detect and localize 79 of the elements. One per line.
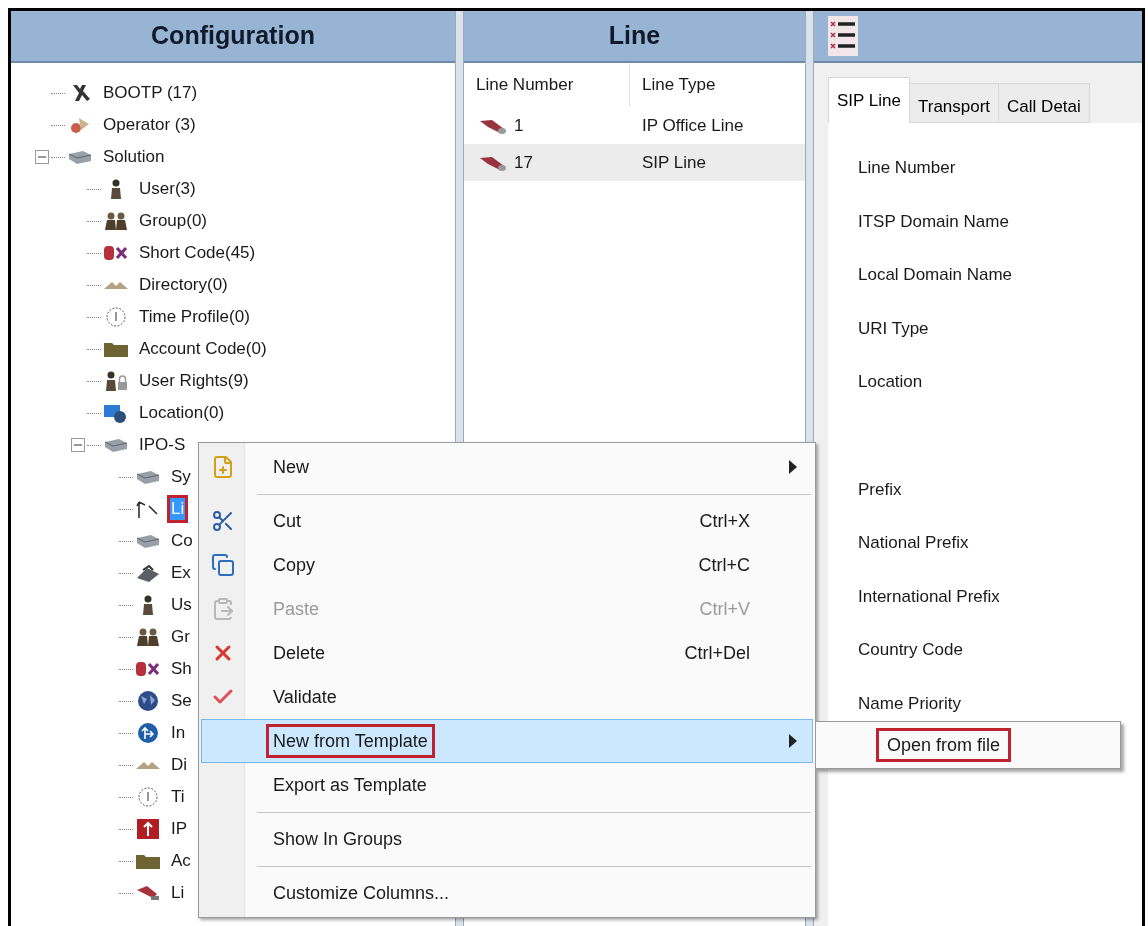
tab[interactable]: Call Detai	[999, 83, 1090, 123]
tree-item[interactable]: Gr	[167, 623, 194, 651]
collapse-icon[interactable]	[35, 150, 49, 164]
column-header[interactable]: Line Number	[464, 63, 630, 107]
copy-icon	[211, 553, 235, 577]
menu-item[interactable]: Customize Columns...	[201, 871, 813, 915]
scissors-icon	[211, 509, 235, 533]
direction-icon	[135, 722, 161, 744]
globe-icon	[135, 690, 161, 712]
paste-icon	[211, 597, 235, 621]
menu-item[interactable]: Show In Groups	[201, 817, 813, 861]
menu-item[interactable]: Validate	[201, 675, 813, 719]
tree-item[interactable]: Li	[167, 879, 189, 907]
menu-item[interactable]: New	[201, 445, 813, 489]
field-label: Country Code	[858, 639, 963, 661]
tree-item[interactable]: Operator (3)	[99, 111, 200, 139]
tab[interactable]: Transport	[909, 83, 1000, 123]
column-header[interactable]: Line Type	[630, 63, 728, 107]
tree-item[interactable]: User Rights(9)	[135, 367, 253, 395]
person-lock-icon	[103, 370, 129, 392]
tree-item[interactable]: Ex	[167, 559, 195, 587]
menu-item[interactable]: Copy Ctrl+C	[201, 543, 813, 587]
field-label: Prefix	[858, 478, 902, 501]
tree-item[interactable]: IP	[167, 815, 192, 843]
field-label: National Prefix	[858, 532, 969, 554]
new-document-icon	[211, 455, 235, 479]
line-type: SIP Line	[641, 151, 706, 174]
tree-item[interactable]: User(3)	[135, 175, 200, 203]
menu-item[interactable]: Cut Ctrl+X	[201, 499, 813, 543]
field-label: URI Type	[858, 317, 929, 340]
tree-item[interactable]: Short Code(45)	[135, 239, 260, 267]
tree-item[interactable]: Us	[167, 591, 196, 619]
tree-item[interactable]: BOOTP (17)	[99, 79, 202, 107]
book-icon	[135, 760, 161, 770]
field-label: Location	[858, 371, 923, 393]
people-icon	[103, 210, 129, 232]
tree-item[interactable]: Solution	[99, 143, 169, 171]
line-number: 17	[514, 151, 533, 174]
line-number: 1	[514, 114, 524, 137]
panel-title: Configuration	[151, 20, 315, 52]
submenu-arrow-icon	[789, 460, 797, 474]
line-row[interactable]: 1 IP Office Line	[464, 107, 805, 144]
tree-item[interactable]: Sy	[167, 463, 195, 491]
tree-item[interactable]: Time Profile(0)	[135, 303, 254, 331]
field-label: International Prefix	[858, 585, 1000, 608]
tab[interactable]: SIP Line	[828, 77, 910, 123]
ip-route-icon	[135, 818, 161, 840]
clock-icon	[103, 306, 129, 328]
menu-item[interactable]: Export as Template	[201, 763, 813, 807]
tree-item[interactable]: Ac	[167, 847, 195, 875]
tree-item[interactable]: Sh	[167, 655, 196, 683]
tree-item[interactable]: Se	[167, 687, 196, 715]
tree-item[interactable]: Group(0)	[135, 207, 212, 235]
panel-title: Line	[608, 20, 661, 52]
tree-item[interactable]: In	[167, 719, 190, 747]
tree-item[interactable]: Ti	[167, 783, 189, 811]
tree-item[interactable]: Account Code(0)	[135, 335, 271, 363]
tree-item[interactable]: Co	[167, 527, 197, 555]
location-icon	[103, 402, 129, 424]
list-icon	[828, 16, 858, 56]
tree-item[interactable]: Di	[167, 751, 192, 779]
tree-item[interactable]: IPO-S	[135, 431, 190, 459]
line-type: IP Office Line	[641, 114, 744, 137]
field-label: Line Number	[858, 157, 956, 179]
field-label: Name Priority	[858, 692, 961, 715]
clock-icon	[135, 786, 161, 808]
collapse-icon[interactable]	[71, 438, 85, 452]
field-label: ITSP Domain Name	[858, 210, 1009, 233]
menu-item[interactable]: Open from file	[876, 728, 1012, 762]
book-icon	[103, 280, 129, 290]
tree-item[interactable]: Location(0)	[135, 399, 229, 427]
menu-item[interactable]: Delete Ctrl+Del	[201, 631, 813, 675]
menu-item[interactable]: New from Template	[201, 719, 813, 763]
submenu-arrow-icon	[789, 734, 797, 748]
tree-item[interactable]: Directory(0)	[135, 271, 232, 299]
people-icon	[135, 626, 161, 648]
line-row[interactable]: 17 SIP Line	[464, 144, 805, 181]
phone-icon	[135, 562, 161, 584]
field-label: Local Domain Name	[858, 264, 1012, 286]
